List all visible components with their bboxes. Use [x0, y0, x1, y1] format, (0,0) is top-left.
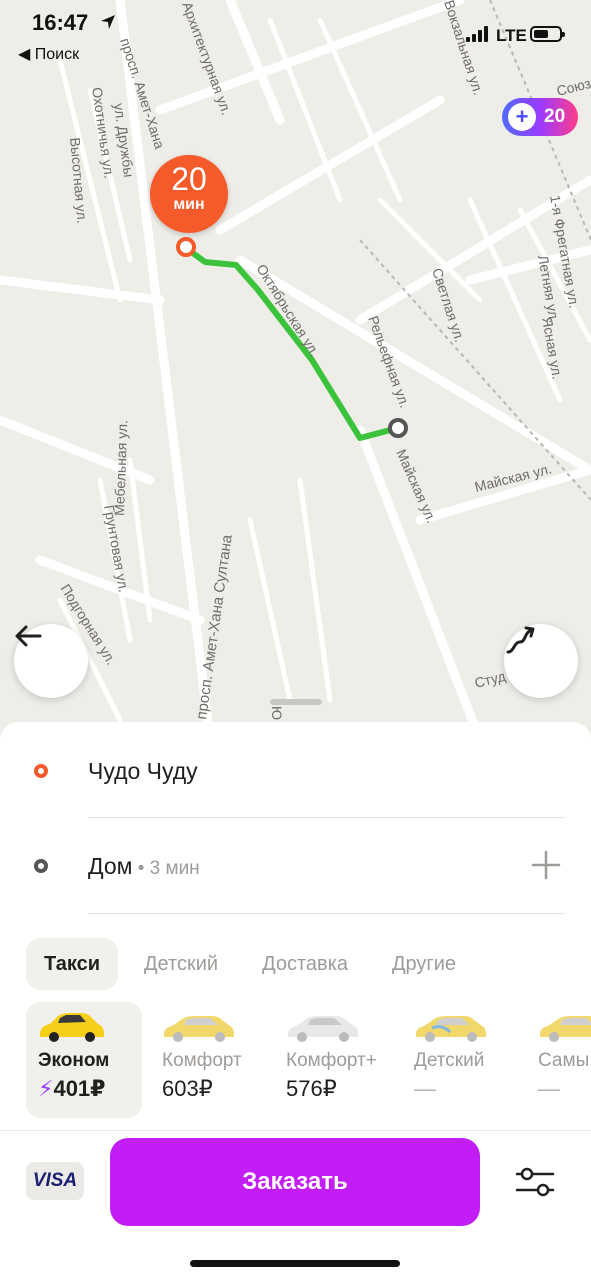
car-icon [540, 1016, 591, 1042]
route-options-button[interactable] [504, 624, 578, 698]
destination-address: Дом [88, 853, 133, 879]
tariff-price: ⚡401₽ [38, 1076, 106, 1101]
clock: 16:47 [32, 10, 89, 35]
car-icon [416, 1016, 486, 1042]
street-label: Студ [473, 668, 507, 691]
network-type: LTE [496, 26, 527, 45]
tariff-name: Комфорт+ [286, 1050, 377, 1071]
home-indicator [190, 1260, 400, 1267]
location-arrow-icon [101, 15, 115, 29]
street-label: Союз [555, 75, 591, 99]
car-icon [288, 1016, 358, 1042]
back-button[interactable] [14, 624, 88, 698]
destination-address-row[interactable]: Дом • 3 мин [0, 820, 591, 914]
signal-icon [466, 26, 488, 42]
eta-unit: мин [173, 196, 205, 213]
tariff-card-comfort[interactable]: Комфорт 603₽ [150, 1002, 266, 1118]
plus-icon: + [508, 103, 536, 131]
street-label: Летняя ул. [535, 254, 563, 324]
divider [88, 817, 565, 818]
street-label: Ясная ул. [539, 316, 566, 381]
payment-method-button[interactable]: VISA [26, 1162, 84, 1200]
tariff-price: — [414, 1076, 436, 1101]
street-label: Майская ул. [393, 447, 440, 526]
destination-text: Дом • 3 мин [88, 853, 200, 880]
eta-badge: 20 мин [150, 155, 228, 233]
tariff-card-comfort-plus[interactable]: Комфорт+ 576₽ [274, 1002, 390, 1118]
service-tabs: Такси Детский Доставка Другие [26, 938, 482, 990]
tariff-name: Эконом [38, 1050, 110, 1071]
arrow-left-icon [15, 625, 42, 647]
divider [88, 913, 565, 914]
route-line [183, 245, 401, 441]
destination-dot-icon [34, 859, 48, 873]
tab-kids[interactable]: Детский [126, 938, 236, 990]
destination-eta: • 3 мин [132, 858, 200, 879]
street-label: Октябрьская ул. [253, 261, 323, 359]
tariff-price: 603₽ [162, 1076, 213, 1101]
tab-delivery[interactable]: Доставка [244, 938, 366, 990]
map-view[interactable]: просп. Амет-Хана Охотничья ул. ул. Дружб… [0, 0, 591, 740]
add-stop-icon[interactable] [530, 849, 562, 881]
surge-bolt-icon: ⚡ [38, 1076, 54, 1101]
route-icon [506, 626, 535, 654]
order-button[interactable]: Заказать [110, 1138, 480, 1226]
tab-taxi[interactable]: Такси [26, 938, 119, 990]
pickup-dot-icon [34, 764, 48, 778]
tariff-name: Самы [538, 1050, 590, 1071]
street-label: Охотничья ул. [89, 86, 118, 179]
tariff-carousel[interactable]: Эконом ⚡401₽ Комфорт 603₽ Комфорт+ 576₽ … [26, 1002, 591, 1118]
tariff-price: 576₽ [286, 1076, 337, 1101]
destination-pin [388, 418, 408, 438]
back-to-search-link[interactable]: ◀ Поиск [18, 44, 79, 64]
car-icon [164, 1016, 234, 1042]
tariff-card-kids[interactable]: Детский — [402, 1002, 518, 1118]
settings-sliders-icon[interactable] [514, 1164, 556, 1200]
tariff-card-self[interactable]: Самы — [526, 1002, 591, 1118]
pickup-address: Чудо Чуду [88, 758, 198, 784]
pickup-pin [176, 237, 196, 257]
tariff-name: Комфорт [162, 1050, 242, 1071]
status-bar: 16:47 ◀ Поиск LTE [0, 0, 591, 70]
pickup-address-row[interactable]: Чудо Чуду [0, 724, 591, 818]
tariff-price: — [538, 1076, 560, 1101]
street-label: Высотная ул. [67, 137, 90, 224]
eta-value: 20 [171, 161, 207, 197]
plus-points-value: 20 [544, 106, 566, 127]
car-icon [40, 1013, 104, 1042]
plus-points-badge[interactable]: + 20 [502, 98, 578, 136]
tariff-card-econom[interactable]: Эконом ⚡401₽ [26, 1002, 142, 1118]
tariff-name: Детский [414, 1050, 485, 1071]
sheet-handle[interactable] [270, 699, 322, 705]
battery-icon [530, 26, 565, 42]
street-label: Светлая ул. [429, 266, 468, 344]
tab-other[interactable]: Другие [374, 938, 474, 990]
street-label: Мебельная ул. [111, 420, 130, 516]
street-label: Ю [269, 706, 285, 720]
